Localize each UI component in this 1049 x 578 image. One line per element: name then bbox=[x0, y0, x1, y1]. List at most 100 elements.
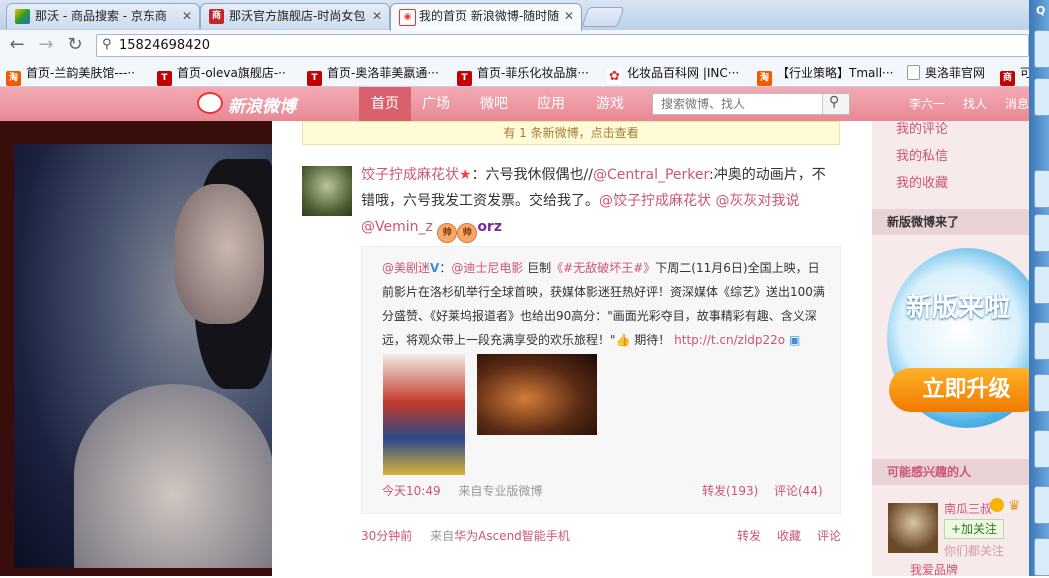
recommend-avatar[interactable] bbox=[888, 503, 938, 553]
repost-author-link[interactable]: @美剧迷 bbox=[382, 261, 430, 275]
follow-button[interactable]: +加关注 bbox=[944, 519, 1004, 539]
bottom-link[interactable]: 我爱品牌 bbox=[910, 561, 958, 578]
my-favorites-link[interactable]: 我的收藏 bbox=[896, 172, 948, 191]
tmall-icon: T bbox=[457, 71, 472, 86]
my-comments-link[interactable]: 我的评论 bbox=[896, 118, 948, 137]
bookmark-item[interactable]: T 首页-oleva旗舰店-·· bbox=[157, 64, 286, 86]
bookmark-item[interactable]: 淘【行业策略】Tmall··· bbox=[757, 64, 894, 86]
mention-link[interactable]: @灰灰对我说 bbox=[715, 193, 799, 209]
repost-content: @美剧迷V：@迪士尼电影 巨制《#无敌破坏王#》下周二(11月6日)全国上映，日… bbox=[382, 256, 828, 352]
banner-title: 新版来啦 bbox=[906, 293, 1011, 323]
emoticon-tail: orz bbox=[477, 219, 502, 235]
post-time-link[interactable]: 30分钟前 bbox=[361, 529, 412, 543]
mention-link[interactable]: @饺子拧成麻花状 bbox=[599, 193, 711, 209]
qq-contact-icon[interactable] bbox=[1034, 30, 1049, 68]
repost-time-link[interactable]: 今天10:49 bbox=[382, 484, 441, 498]
crown-icon: ♛ bbox=[1008, 498, 1021, 514]
nav-square[interactable]: 广场 bbox=[422, 87, 450, 121]
author-avatar[interactable] bbox=[302, 166, 352, 216]
tab-jd-search[interactable]: 那沃 - 商品搜索 - 京东商 ✕ bbox=[6, 3, 200, 29]
bookmark-label: 【行业策略】Tmall··· bbox=[777, 66, 894, 80]
bookmark-item[interactable]: T 首页-奥洛菲美嬴通··· bbox=[307, 64, 439, 86]
movie-still-image[interactable] bbox=[477, 354, 597, 435]
favorite-link[interactable]: 收藏 bbox=[777, 527, 801, 544]
search-icon: ⚲ bbox=[102, 37, 112, 52]
weibo-search-input[interactable] bbox=[653, 94, 837, 114]
verified-icon: V bbox=[430, 261, 440, 275]
forward-link[interactable]: 转发 bbox=[737, 527, 761, 544]
qq-contact-icon[interactable] bbox=[1034, 214, 1049, 252]
new-tab-button[interactable] bbox=[581, 7, 625, 27]
qq-contact-icon[interactable] bbox=[1034, 266, 1049, 304]
qq-contact-icon[interactable] bbox=[1034, 374, 1049, 412]
bookmark-label: 奥洛菲官网 bbox=[925, 66, 986, 80]
tab-nawo-store[interactable]: 商 那沃官方旗舰店-时尚女包 ✕ bbox=[200, 3, 390, 29]
post-meta: 30分钟前 来自华为Ascend智能手机 转发 收藏 评论 bbox=[361, 527, 841, 544]
weibo-favicon-icon: ◉ bbox=[399, 9, 416, 26]
bookmark-item[interactable]: 奥洛菲官网 bbox=[907, 64, 985, 82]
bookmark-item[interactable]: ✿ 化妆品百科网 |INC··· bbox=[607, 64, 740, 84]
nav-games[interactable]: 游戏 bbox=[596, 87, 624, 121]
repost-source: 来自专业版微博 bbox=[458, 484, 543, 498]
upgrade-now-button[interactable]: 立即升级 bbox=[889, 368, 1044, 412]
mention-link[interactable]: @迪士尼电影 bbox=[451, 261, 523, 275]
my-messages-link[interactable]: 我的私信 bbox=[896, 145, 948, 164]
back-arrow-icon[interactable]: ← bbox=[6, 34, 28, 56]
post-source-link[interactable]: 华为Ascend智能手机 bbox=[454, 529, 570, 543]
address-bar[interactable]: ⚲ 15824698420 bbox=[96, 34, 1029, 57]
jd-favicon-icon bbox=[15, 9, 30, 24]
movie-poster-image[interactable] bbox=[383, 354, 465, 475]
nav-home[interactable]: 首页 bbox=[359, 87, 411, 121]
shop-icon: 商 bbox=[1000, 71, 1015, 86]
page-icon bbox=[907, 65, 920, 80]
bookmark-label: 首页-兰韵美肤馆---·· bbox=[26, 66, 135, 80]
author-name-link[interactable]: 饺子拧成麻花状 bbox=[361, 167, 459, 183]
thumbs-up-icon: 👍 bbox=[615, 333, 631, 347]
qq-contact-icon[interactable] bbox=[1034, 170, 1049, 208]
qq-contact-icon[interactable] bbox=[1034, 486, 1049, 524]
new-post-notice[interactable]: 有 1 条新微博，点击查看 bbox=[302, 121, 840, 145]
qq-contact-icon[interactable] bbox=[1034, 322, 1049, 360]
reload-icon[interactable]: ↻ bbox=[64, 34, 86, 56]
video-icon[interactable]: ▣ bbox=[789, 333, 800, 347]
close-icon[interactable]: ✕ bbox=[564, 4, 574, 29]
find-people-link[interactable]: 找人 bbox=[963, 87, 987, 121]
qq-contact-icon[interactable] bbox=[1034, 538, 1049, 576]
repost-comment-link[interactable]: 评论(44) bbox=[774, 482, 823, 499]
nav-apps[interactable]: 应用 bbox=[537, 87, 565, 121]
close-icon[interactable]: ✕ bbox=[182, 4, 192, 29]
repost-forward-link[interactable]: 转发(193) bbox=[702, 482, 758, 499]
mention-link[interactable]: @Central_Perker bbox=[593, 167, 709, 183]
tab-weibo-home[interactable]: ◉ 我的首页 新浪微博-随时随 ✕ bbox=[390, 3, 582, 31]
close-icon[interactable]: ✕ bbox=[372, 4, 382, 29]
mention-link[interactable]: @Vemin_z bbox=[361, 219, 433, 235]
nav-weiba[interactable]: 微吧 bbox=[480, 87, 508, 121]
tmall-icon: T bbox=[307, 71, 322, 86]
bookmark-item[interactable]: 商可 bbox=[1000, 64, 1032, 86]
weibo-logo-text[interactable]: 新浪微博 bbox=[228, 92, 296, 117]
user-name-link[interactable]: 李六一 bbox=[909, 87, 945, 121]
bookmark-item[interactable]: T 首页-菲乐化妆品旗··· bbox=[457, 64, 589, 86]
messages-link[interactable]: 消息 bbox=[1005, 87, 1029, 121]
emoticon-icon: 帅 bbox=[437, 223, 458, 243]
short-link[interactable]: http://t.cn/zldp22o bbox=[674, 333, 785, 347]
qq-contact-icon[interactable] bbox=[1034, 78, 1049, 116]
taobao-icon: 淘 bbox=[6, 71, 21, 86]
weibo-logo-icon[interactable] bbox=[197, 92, 223, 114]
search-icon: ⚲ bbox=[829, 94, 840, 110]
topic-link[interactable]: 《#无敌破坏王#》 bbox=[551, 261, 655, 275]
bookmark-item[interactable]: 淘首页-兰韵美肤馆---·· bbox=[6, 64, 135, 86]
forward-arrow-icon[interactable]: → bbox=[35, 34, 57, 56]
qq-icon[interactable]: Q bbox=[1036, 4, 1045, 17]
recommend-name-link[interactable]: 南瓜三叔 bbox=[944, 500, 992, 517]
flower-icon: ✿ bbox=[607, 69, 622, 84]
emoticon-icon: 帅 bbox=[457, 223, 478, 243]
search-button[interactable]: ⚲ bbox=[822, 94, 849, 114]
comment-link[interactable]: 评论 bbox=[817, 527, 841, 544]
weibo-search-box: ⚲ bbox=[652, 93, 850, 115]
address-text: 15824698420 bbox=[119, 38, 210, 53]
qq-contact-icon[interactable] bbox=[1034, 430, 1049, 468]
bookmark-label: 化妆品百科网 |INC··· bbox=[627, 66, 740, 80]
post-text: ：六号我休假偶也// bbox=[471, 167, 593, 183]
skin-background-photo bbox=[14, 144, 274, 568]
